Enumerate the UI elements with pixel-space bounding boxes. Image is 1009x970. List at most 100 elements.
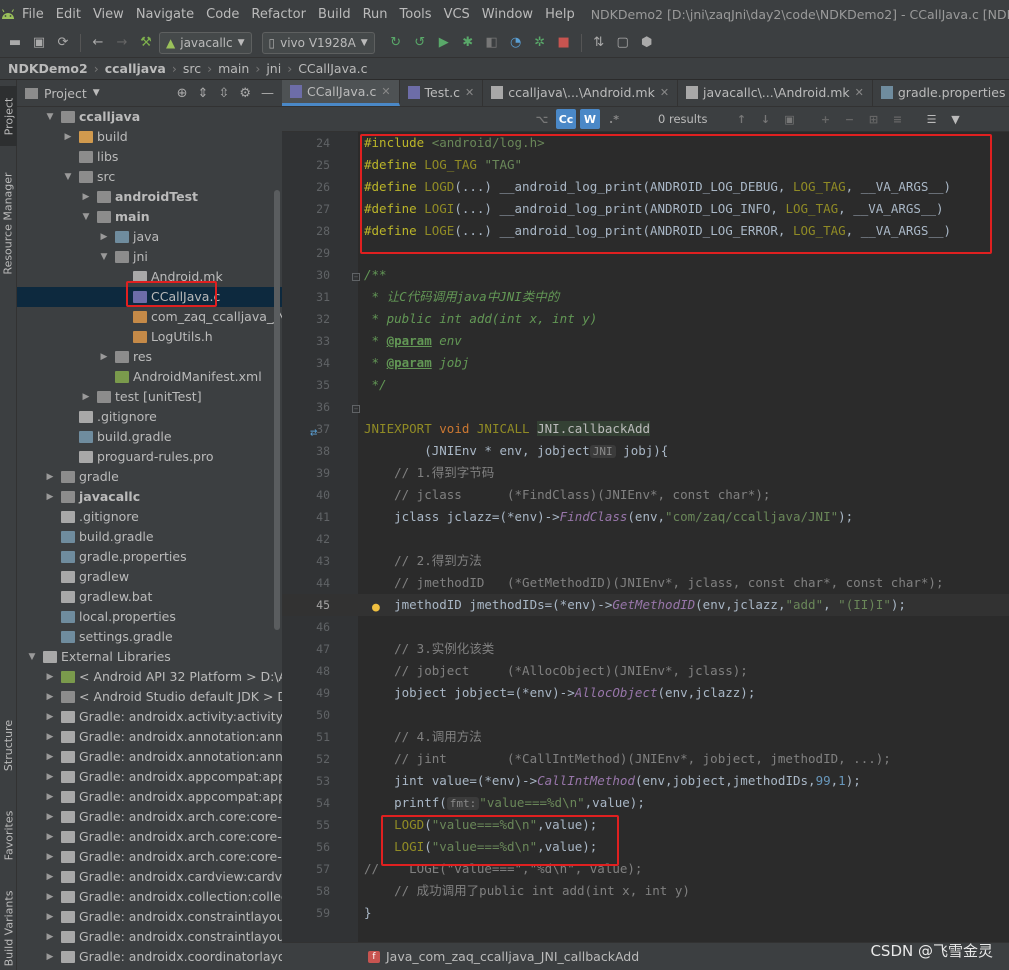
jni-navigate-icon[interactable]: ⇄ [310, 425, 317, 439]
tree-item[interactable]: settings.gradle [17, 627, 282, 647]
chevron-right-icon[interactable]: ▶ [45, 767, 55, 787]
chevron-down-icon[interactable]: ▼ [27, 647, 37, 667]
chevron-down-icon[interactable]: ▼ [45, 107, 55, 127]
tree-item[interactable]: .gitignore [17, 507, 282, 527]
attach-process-icon[interactable]: ✲ [529, 32, 551, 54]
menu-navigate[interactable]: Navigate [130, 7, 200, 22]
code-line[interactable]: 53 jint value=(*env)->CallIntMethod(env,… [282, 770, 1009, 792]
menu-run[interactable]: Run [357, 7, 394, 22]
tree-item[interactable]: ▶ < Android API 32 Platform > D:\An [17, 667, 282, 687]
code-line[interactable]: 45 jmethodID jmethodIDs=(*env)->GetMetho… [282, 594, 1009, 616]
code-line[interactable]: 29 [282, 242, 1009, 264]
tree-item[interactable]: ▶ gradle [17, 467, 282, 487]
chevron-right-icon[interactable]: ▶ [45, 927, 55, 947]
back-arrow-icon[interactable]: ← [87, 32, 109, 54]
tree-item[interactable]: ▼ External Libraries [17, 647, 282, 667]
breadcrumb-item[interactable]: main [218, 61, 249, 76]
forward-arrow-icon[interactable]: → [111, 32, 133, 54]
chevron-down-icon[interactable]: ▼ [99, 247, 109, 267]
hide-panel-icon[interactable]: — [261, 86, 274, 101]
gradle-sync-icon[interactable]: ⇅ [588, 32, 610, 54]
chevron-right-icon[interactable]: ▶ [45, 787, 55, 807]
build-hammer-icon[interactable]: ⚒ [135, 32, 157, 54]
menu-window[interactable]: Window [476, 7, 539, 22]
close-icon[interactable]: ✕ [660, 86, 669, 99]
code-line[interactable]: 33 * @param env [282, 330, 1009, 352]
code-line[interactable]: 30 /** [282, 264, 1009, 286]
apply-code-changes-icon[interactable]: ↺ [409, 32, 431, 54]
chevron-right-icon[interactable]: ▶ [45, 827, 55, 847]
filter-options-icon[interactable]: ≡ [888, 109, 908, 129]
remove-selection-icon[interactable]: − [840, 109, 860, 129]
chevron-right-icon[interactable]: ▶ [45, 727, 55, 747]
resource-manager-tool-tab[interactable]: Resource Manager [0, 168, 17, 278]
build-variants-tool-tab[interactable]: Build Variants [0, 888, 17, 968]
menu-view[interactable]: View [87, 7, 130, 22]
tree-item[interactable]: ▶ Gradle: androidx.arch.core:core-com [17, 807, 282, 827]
code-line[interactable]: 50 [282, 704, 1009, 726]
save-icon[interactable]: ▣ [28, 32, 50, 54]
stop-icon[interactable]: ■ [553, 32, 575, 54]
tree-item[interactable]: ▶ < Android Studio default JDK > D: [17, 687, 282, 707]
chevron-right-icon[interactable]: ▶ [81, 387, 91, 407]
select-all-occurrences-icon[interactable]: ▣ [780, 109, 800, 129]
open-folder-icon[interactable]: ▬ [4, 32, 26, 54]
tree-item[interactable]: ▼ main [17, 207, 282, 227]
locate-file-icon[interactable]: ⊕ [177, 86, 188, 101]
code-line[interactable]: 35 */ [282, 374, 1009, 396]
arrow-up-icon[interactable]: ↑ [732, 109, 752, 129]
breadcrumb-item[interactable]: ccalljava [105, 61, 166, 76]
chevron-right-icon[interactable]: ▶ [45, 947, 55, 967]
code-line[interactable]: 36 [282, 396, 1009, 418]
code-line[interactable]: 40 // jclass (*FindClass)(JNIEnv*, const… [282, 484, 1009, 506]
code-line[interactable]: 39 // 1.得到字节码 [282, 462, 1009, 484]
editor-tab[interactable]: Test.c ✕ [400, 80, 484, 106]
tree-item[interactable]: gradlew [17, 567, 282, 587]
menu-build[interactable]: Build [312, 7, 357, 22]
code-line[interactable]: 27 #define LOGI(...) __android_log_print(… [282, 198, 1009, 220]
code-line[interactable]: 32 * public int add(int x, int y) [282, 308, 1009, 330]
project-view-select[interactable]: Project [44, 86, 87, 101]
debug-bug-icon[interactable]: ✱ [457, 32, 479, 54]
code-line[interactable]: 49 jobject jobject=(*env)->AllocObject(e… [282, 682, 1009, 704]
menu-code[interactable]: Code [200, 7, 245, 22]
chevron-down-icon[interactable]: ▼ [81, 207, 91, 227]
gear-icon[interactable]: ⚙ [239, 86, 251, 101]
multiline-icon[interactable]: ☰ [922, 109, 942, 129]
expand-all-icon[interactable]: ⇕ [198, 86, 209, 101]
tree-item[interactable]: ▶ Gradle: androidx.annotation:annotati [17, 747, 282, 767]
code-line[interactable]: 44 // jmethodID (*GetMethodID)(JNIEnv*, … [282, 572, 1009, 594]
editor-tab[interactable]: gradle.properties✕ [873, 80, 1009, 106]
profiler-icon[interactable]: ◔ [505, 32, 527, 54]
code-line[interactable]: 46 [282, 616, 1009, 638]
tree-item[interactable]: .gitignore [17, 407, 282, 427]
chevron-right-icon[interactable]: ▶ [45, 847, 55, 867]
tree-item[interactable]: CCallJava.c [17, 287, 282, 307]
breadcrumb-item[interactable]: src [183, 61, 201, 76]
code-line[interactable]: 48 // jobject (*AllocObject)(JNIEnv*, jc… [282, 660, 1009, 682]
code-line[interactable]: 28 #define LOGE(...) __android_log_print(… [282, 220, 1009, 242]
breadcrumb-item[interactable]: CCallJava.c [298, 61, 367, 76]
filter-icon[interactable]: ▼ [946, 109, 966, 129]
code-line[interactable]: 54 printf(fmt: "value===%d\n",value); [282, 792, 1009, 814]
tree-item[interactable]: proguard-rules.pro [17, 447, 282, 467]
chevron-right-icon[interactable]: ▶ [45, 467, 55, 487]
code-line[interactable]: 56 LOGI("value===%d\n",value); [282, 836, 1009, 858]
chevron-right-icon[interactable]: ▶ [81, 187, 91, 207]
menu-help[interactable]: Help [539, 7, 581, 22]
code-line[interactable]: 42 [282, 528, 1009, 550]
code-line[interactable]: 34 * @param jobj [282, 352, 1009, 374]
menu-tools[interactable]: Tools [394, 7, 438, 22]
tree-item[interactable]: ▶ Gradle: androidx.cardview:cardview [17, 867, 282, 887]
tree-item[interactable]: AndroidManifest.xml [17, 367, 282, 387]
code-line[interactable]: 25 #define LOG_TAG "TAG" [282, 154, 1009, 176]
tree-item[interactable]: gradle.properties [17, 547, 282, 567]
run-config-select[interactable]: ▲ javacallc ▼ [159, 31, 252, 54]
sdk-manager-icon[interactable]: ⬢ [636, 32, 658, 54]
code-line[interactable]: 52 // jint (*CallIntMethod)(JNIEnv*, job… [282, 748, 1009, 770]
breadcrumb-item[interactable]: jni [266, 61, 281, 76]
tree-item[interactable]: ▶ Gradle: androidx.appcompat:appcom [17, 787, 282, 807]
code-line[interactable]: 55 LOGD("value===%d\n",value); [282, 814, 1009, 836]
code-line[interactable]: 26 #define LOGD(...) __android_log_print(… [282, 176, 1009, 198]
run-icon[interactable]: ▶ [433, 32, 455, 54]
